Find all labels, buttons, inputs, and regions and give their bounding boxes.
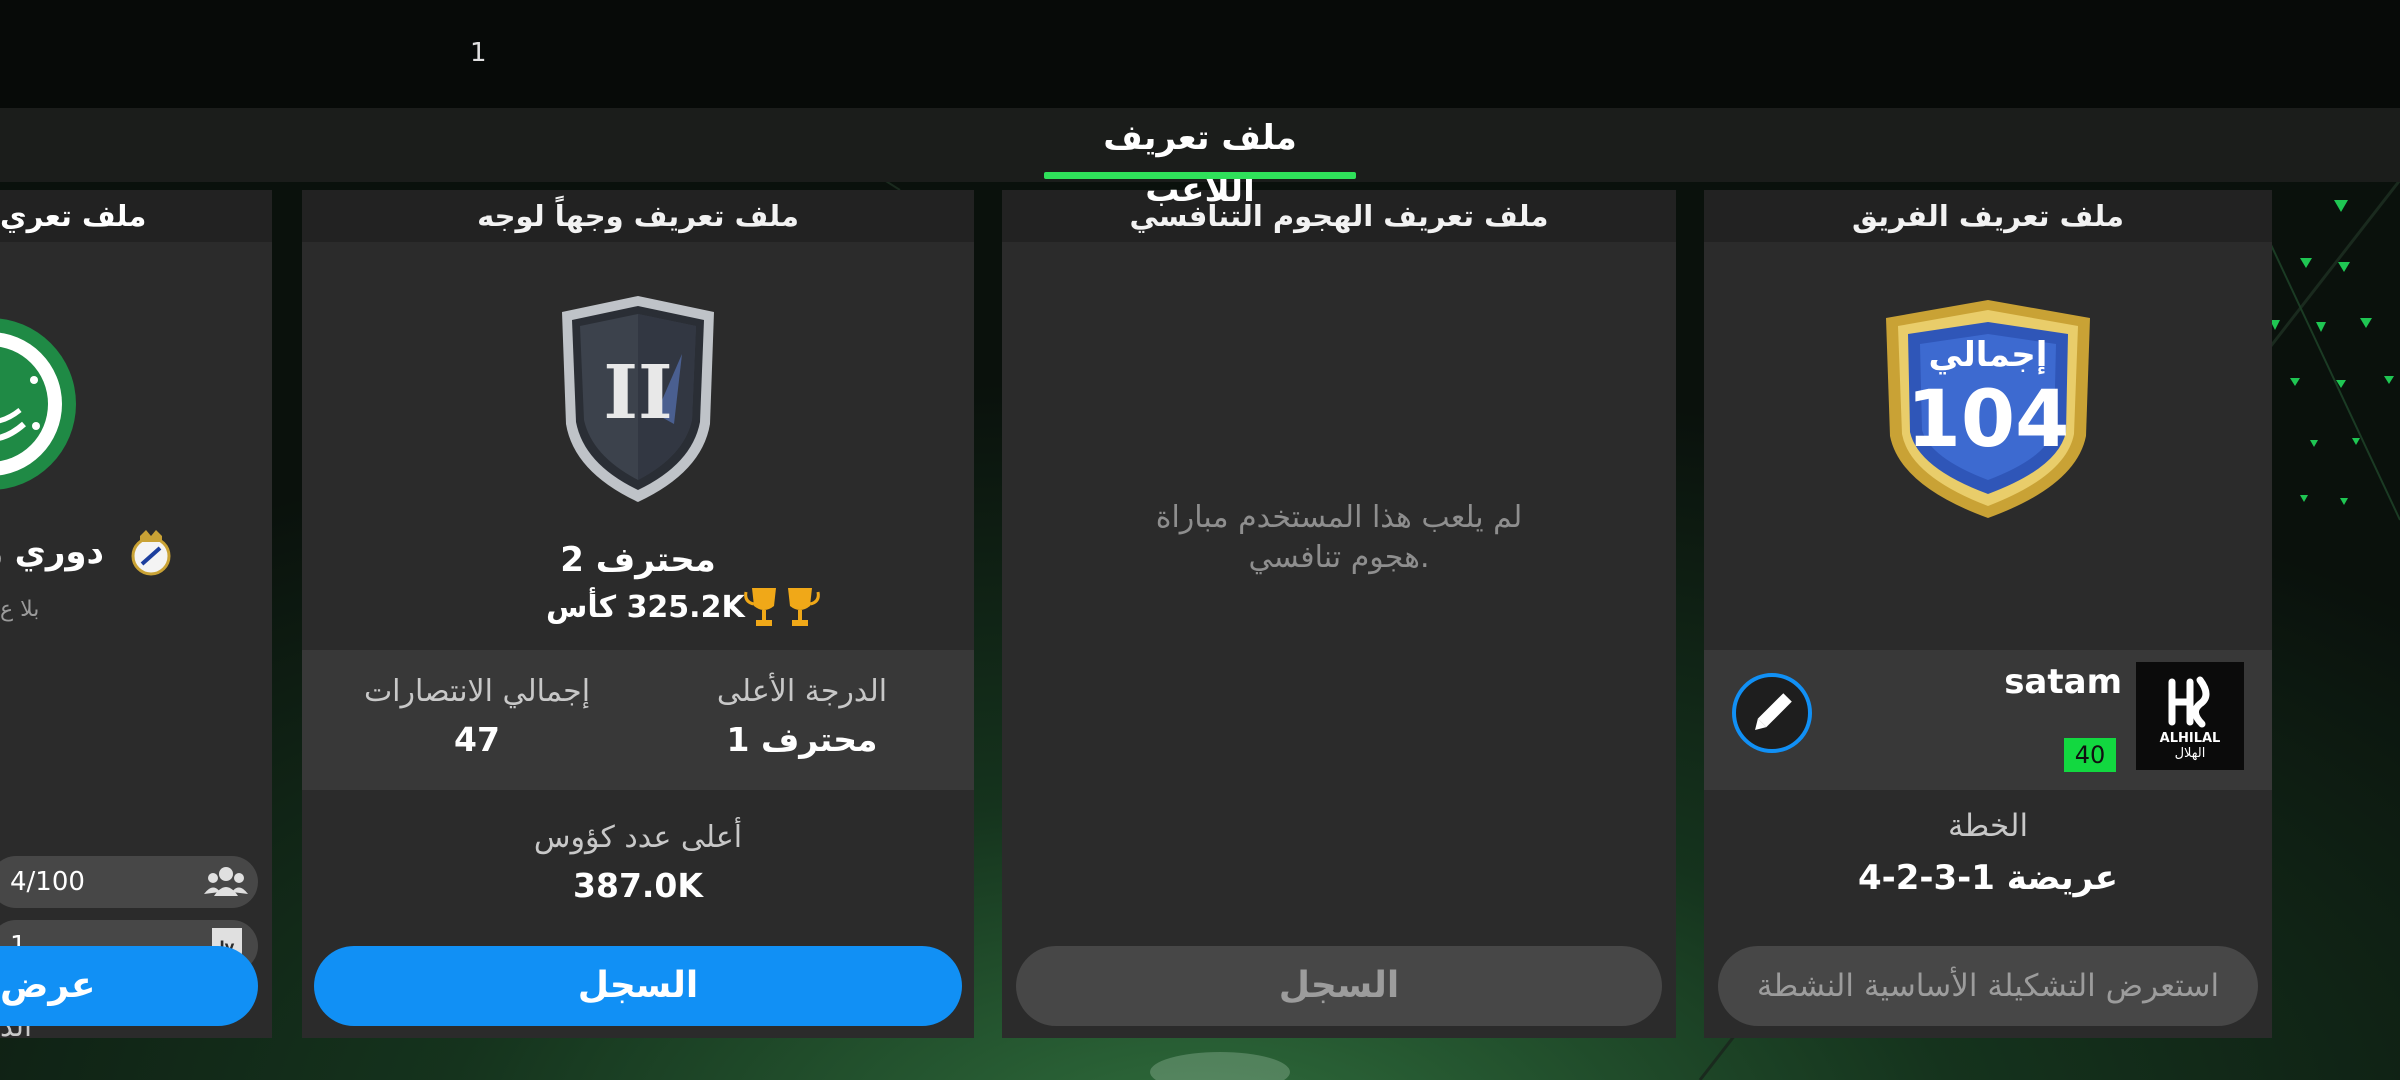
league-crest <box>0 318 76 490</box>
max-trophies-label: أعلى عدد كؤوس <box>533 820 743 855</box>
badge-count: 1 <box>470 38 487 68</box>
empty-state-line1: لم يلعب هذا المستخدم مباراة <box>1155 500 1523 535</box>
badge-value: 104 <box>1907 375 2070 465</box>
league-view-button[interactable]: عرض <box>0 946 258 1026</box>
page-title: ملف تعريف اللاعب <box>1103 118 1297 210</box>
league-name: دوري ر <box>0 532 104 572</box>
vsa-history-button[interactable]: السجل <box>1016 946 1662 1026</box>
best-rank-label: الدرجة الأعلى <box>716 674 888 709</box>
formation-label: الخطة <box>1947 808 2029 844</box>
members-icon <box>204 867 248 896</box>
total-wins-value: 47 <box>454 720 500 759</box>
h2h-history-button[interactable]: السجل <box>314 946 962 1026</box>
division-name: محترف 2 <box>560 540 716 580</box>
rank-numeral: II <box>603 350 672 436</box>
club-name-en: ALHILAL <box>2159 731 2221 746</box>
edit-team-button[interactable] <box>1732 673 1812 753</box>
league-members: 4/100 <box>10 867 85 897</box>
view-active-lineup-button[interactable]: استعرض التشكيلة الأساسية النشطة <box>1718 946 2258 1026</box>
head-to-head-profile-card: ملف تعريف وجهاً لوجه II محترف 2 325.2K ك… <box>302 190 974 1038</box>
card-title: ملف تعريف وجهاً لوجه <box>477 199 799 233</box>
league-profile-card: ملف تعري دوري ر بلا ع 4/100 1 lv الد ب ع… <box>0 190 272 1038</box>
overall-rating-badge: إجمالي 104 <box>1886 300 2090 518</box>
club-crest: ALHILAL الهلال <box>2136 662 2244 770</box>
club-name-ar: الهلال <box>2174 746 2206 761</box>
pencil-icon <box>1755 693 1792 730</box>
card-title: ملف تعري <box>0 199 147 233</box>
team-name: satam <box>2004 662 2122 702</box>
empty-state-line2: هجوم تنافسي. <box>1248 540 1430 575</box>
formation-value: 4-2-3-1 عريضة <box>1857 858 2119 898</box>
alhilal-logo-icon <box>2168 676 2210 728</box>
league-subtitle: بلا ع <box>0 597 40 622</box>
card-title: ملف تعريف الهجوم التنافسي <box>1129 199 1549 233</box>
page-title-underline <box>1044 172 1356 179</box>
trophy-icon <box>744 588 820 626</box>
top-bar <box>0 0 2400 108</box>
max-trophies-value: 387.0K <box>573 866 703 905</box>
team-level-badge: 40 <box>2064 738 2116 772</box>
best-rank-value: محترف 1 <box>726 720 878 759</box>
rank-shield-badge: II <box>562 296 714 502</box>
badge-label: إجمالي <box>1929 335 2048 375</box>
total-wins-label: إجمالي الانتصارات <box>363 674 591 709</box>
vs-attack-profile-card: ملف تعريف الهجوم التنافسي لم يلعب هذا ال… <box>1002 190 1676 1038</box>
team-profile-card: ملف تعريف الفريق إجمالي 104 satam 40 ALH… <box>1704 190 2272 1038</box>
club-crest-icon <box>131 530 171 576</box>
card-title: ملف تعريف الفريق <box>1851 199 2125 233</box>
current-trophies: 325.2K كأس <box>546 590 745 625</box>
